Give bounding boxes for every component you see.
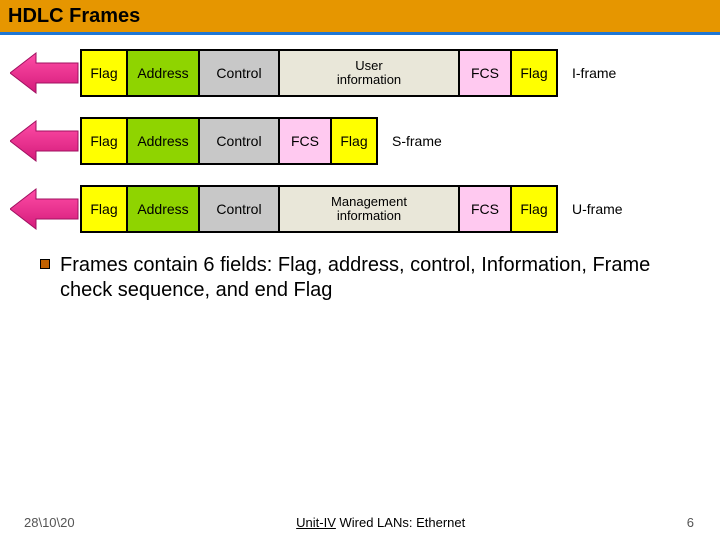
field-ctrl: Control xyxy=(198,117,278,165)
field-flag: Flag xyxy=(510,49,556,97)
field-ctrl: Control xyxy=(198,185,278,233)
footer-date: 28\10\20 xyxy=(24,515,75,530)
footer-page: 6 xyxy=(687,515,694,530)
footer-topic: Wired LANs: Ethernet xyxy=(336,515,465,530)
frame-blocks: FlagAddressControlUser informationFCSFla… xyxy=(80,49,558,97)
title-bar: HDLC Frames xyxy=(0,0,720,32)
field-info: User information xyxy=(278,49,458,97)
bullet-text: Frames contain 6 fields: Flag, address, … xyxy=(60,253,680,303)
footer-center: Unit-IV Wired LANs: Ethernet xyxy=(75,515,687,530)
field-flag: Flag xyxy=(80,117,126,165)
frame-blocks: FlagAddressControlManagement information… xyxy=(80,185,558,233)
field-fcs: FCS xyxy=(458,49,510,97)
field-ctrl: Control xyxy=(198,49,278,97)
field-addr: Address xyxy=(126,185,198,233)
field-fcs: FCS xyxy=(458,185,510,233)
arrow-icon xyxy=(0,51,80,95)
arrow-icon xyxy=(0,187,80,231)
field-addr: Address xyxy=(126,49,198,97)
frame-label: U-frame xyxy=(572,201,623,217)
footer: 28\10\20 Unit-IV Wired LANs: Ethernet 6 xyxy=(0,515,720,530)
arrow-icon xyxy=(0,119,80,163)
field-info: Management information xyxy=(278,185,458,233)
field-addr: Address xyxy=(126,117,198,165)
frame-blocks: FlagAddressControlFCSFlag xyxy=(80,117,378,165)
bullet-item: Frames contain 6 fields: Flag, address, … xyxy=(40,253,680,303)
field-flag: Flag xyxy=(330,117,376,165)
frame-row: FlagAddressControlManagement information… xyxy=(0,185,720,233)
footer-unit: Unit-IV xyxy=(296,515,336,530)
field-fcs: FCS xyxy=(278,117,330,165)
frame-row: FlagAddressControlFCSFlagS-frame xyxy=(0,117,720,165)
field-flag: Flag xyxy=(510,185,556,233)
field-flag: Flag xyxy=(80,49,126,97)
bullet-icon xyxy=(40,259,50,269)
field-flag: Flag xyxy=(80,185,126,233)
slide-title: HDLC Frames xyxy=(8,5,140,28)
frame-label: S-frame xyxy=(392,133,442,149)
frame-row: FlagAddressControlUser informationFCSFla… xyxy=(0,49,720,97)
frame-diagram: FlagAddressControlUser informationFCSFla… xyxy=(0,35,720,233)
frame-label: I-frame xyxy=(572,65,616,81)
